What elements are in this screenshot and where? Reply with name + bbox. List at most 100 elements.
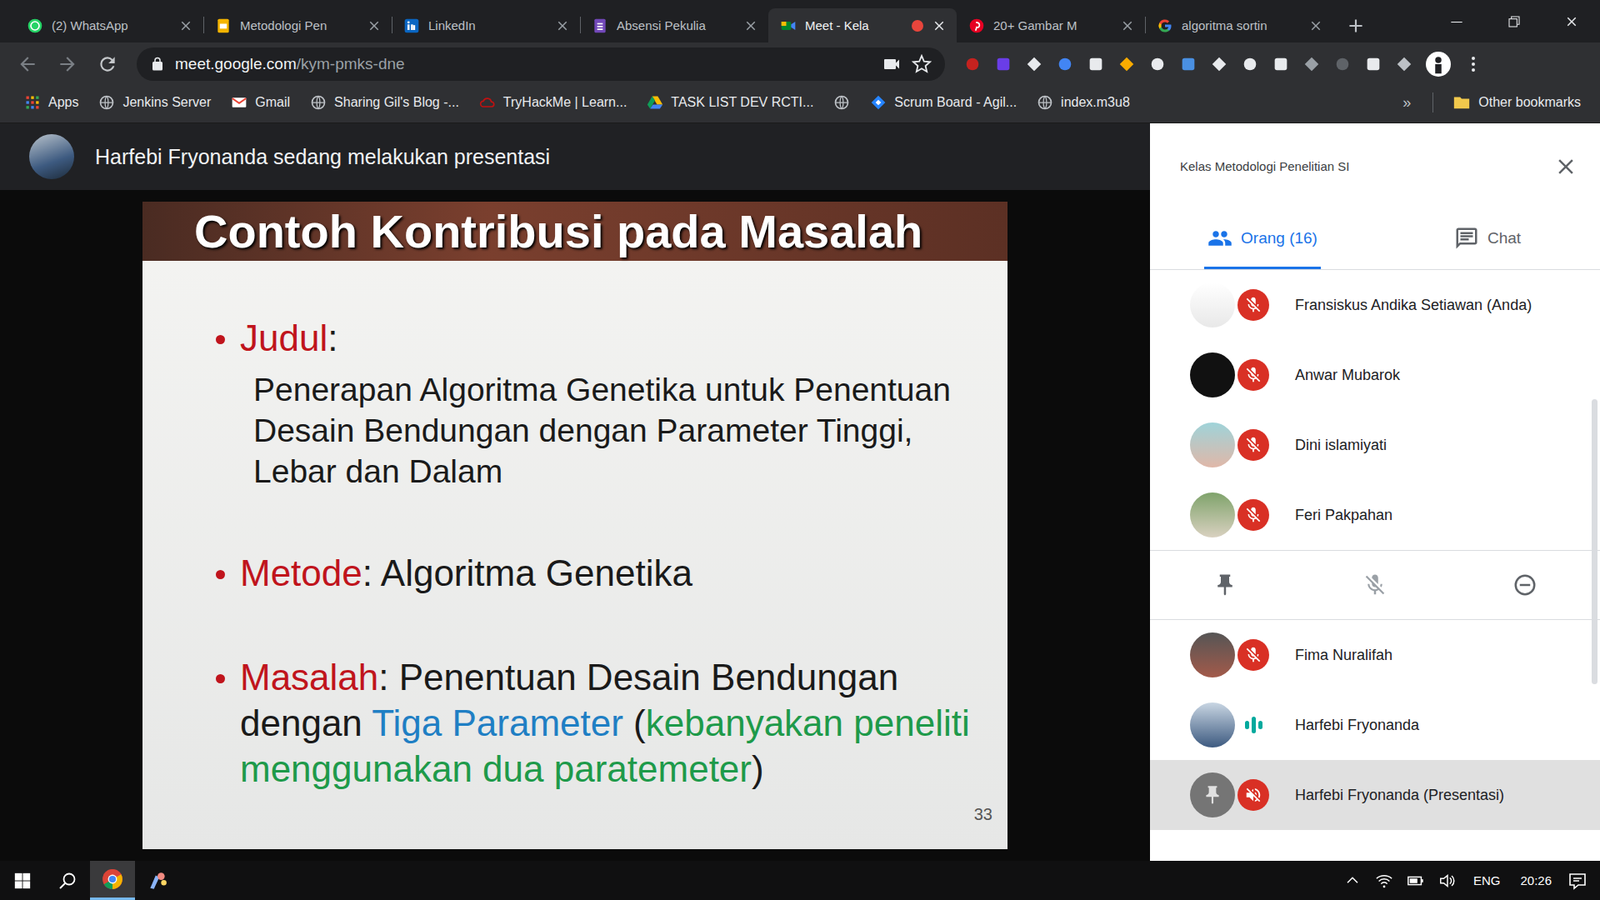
bookmark[interactable]: Scrum Board - Agil...: [862, 90, 1025, 115]
participant-avatar: [1190, 422, 1235, 468]
participant-row[interactable]: Feri Pakpahan: [1150, 480, 1600, 550]
address-bar[interactable]: meet.google.com/kym-pmks-dne: [136, 47, 945, 81]
minimize-icon[interactable]: [1427, 0, 1485, 43]
bookmark[interactable]: Jenkins Server: [90, 90, 219, 115]
close-tab-icon[interactable]: [1120, 18, 1135, 34]
windows-icon: [13, 871, 32, 890]
globe-icon: [98, 94, 115, 111]
bookmark-star-icon[interactable]: [911, 54, 932, 75]
extension-icon[interactable]: [1148, 55, 1167, 74]
bullet-dot: [215, 335, 225, 345]
menu-dots-icon[interactable]: [1463, 54, 1484, 75]
clock[interactable]: 20:26: [1511, 873, 1560, 888]
extension-icon[interactable]: [994, 55, 1013, 74]
muted-badge: [1237, 779, 1270, 811]
speaking-indicator: [1241, 715, 1265, 735]
forward-icon[interactable]: [51, 48, 84, 80]
chevron-up-icon[interactable]: [1338, 860, 1367, 900]
extension-icon[interactable]: [1117, 55, 1136, 74]
participant-row[interactable]: Anwar Mubarok: [1150, 340, 1600, 410]
extension-icon[interactable]: [1395, 55, 1414, 74]
bookmark[interactable]: TASK LIST DEV RCTI...: [639, 90, 821, 115]
input-language[interactable]: ENG: [1465, 873, 1510, 888]
start-button[interactable]: [0, 860, 45, 900]
participant-row[interactable]: Fima Nuralifah: [1150, 620, 1600, 690]
thm-icon: [479, 94, 496, 111]
apps-icon: [24, 94, 41, 111]
participant-avatar: [1190, 772, 1235, 818]
restore-icon[interactable]: [1485, 0, 1543, 43]
new-tab-icon[interactable]: [1345, 15, 1367, 37]
panel-tabs: Orang (16)Chat: [1150, 209, 1600, 270]
scrum-icon: [870, 94, 887, 111]
browser-tab[interactable]: LinkedIn: [391, 8, 580, 43]
pin-icon[interactable]: [1150, 550, 1300, 620]
lock-icon[interactable]: [150, 56, 165, 72]
profile-avatar-icon[interactable]: [1425, 51, 1451, 77]
close-window-icon[interactable]: [1542, 0, 1600, 43]
bookmark[interactable]: Apps: [16, 90, 86, 115]
extension-icon[interactable]: [1025, 55, 1044, 74]
bookmark[interactable]: index.m3u8: [1029, 90, 1138, 115]
volume-icon[interactable]: [1433, 860, 1462, 900]
meet-window: Harfebi Fryonanda sedang melakukan prese…: [0, 123, 1600, 861]
chrome-icon: [101, 868, 124, 890]
panel-tab[interactable]: Chat: [1375, 209, 1600, 270]
presenter-banner: Harfebi Fryonanda sedang melakukan prese…: [0, 123, 1150, 190]
browser-tab[interactable]: (2) WhatsApp: [15, 8, 204, 43]
extension-icon[interactable]: [1055, 55, 1075, 74]
close-panel-icon[interactable]: [1553, 154, 1579, 180]
participant-row[interactable]: Harfebi Fryonanda (Presentasi): [1150, 760, 1600, 830]
mute-icon[interactable]: [1300, 550, 1450, 620]
close-tab-icon[interactable]: [931, 18, 947, 34]
close-tab-icon[interactable]: [178, 18, 194, 34]
close-tab-icon[interactable]: [555, 18, 570, 34]
linkedin-icon: [403, 17, 420, 35]
back-icon[interactable]: [11, 48, 44, 80]
slide-bullet: Masalah: Penentuan Desain Bendungan deng…: [215, 654, 1008, 792]
taskbar-app[interactable]: [90, 860, 135, 900]
browser-tab[interactable]: Metodologi Pen: [203, 8, 392, 43]
pin-icon: [1201, 784, 1224, 806]
other-bookmarks[interactable]: Other bookmarks: [1445, 90, 1589, 115]
browser-tab[interactable]: 20+ Gambar M: [956, 8, 1145, 43]
camera-icon[interactable]: [881, 54, 902, 75]
bookmark[interactable]: [825, 90, 858, 115]
mic-off-icon: [1244, 505, 1263, 525]
participant-row[interactable]: Harfebi Fryonanda: [1150, 690, 1600, 760]
panel-tab[interactable]: Orang (16): [1150, 209, 1375, 270]
browser-tab[interactable]: algoritma sortin: [1145, 8, 1334, 43]
extension-icon[interactable]: [1179, 55, 1198, 74]
participant-row[interactable]: Dini islamiyati: [1150, 410, 1600, 480]
close-tab-icon[interactable]: [366, 18, 382, 34]
browser-tab[interactable]: Meet - Kela: [768, 8, 957, 43]
search-button[interactable]: [45, 860, 90, 900]
extensions: [963, 51, 1484, 77]
bookmarks-overflow[interactable]: »: [1392, 94, 1421, 112]
bookmark[interactable]: Sharing Gil's Blog -...: [302, 90, 467, 115]
participant-row[interactable]: Fransiskus Andika Setiawan (Anda): [1150, 270, 1600, 340]
reload-icon[interactable]: [91, 48, 124, 80]
extension-icon[interactable]: [1271, 55, 1290, 74]
extension-icon[interactable]: [1364, 55, 1383, 74]
extension-icon[interactable]: [963, 55, 982, 74]
notification-icon[interactable]: [1563, 860, 1592, 900]
close-tab-icon[interactable]: [1308, 18, 1324, 34]
wifi-icon[interactable]: [1370, 860, 1399, 900]
extension-icon[interactable]: [1086, 55, 1105, 74]
scrollbar[interactable]: [1591, 399, 1598, 685]
extension-icon[interactable]: [1210, 55, 1229, 74]
globe-icon: [310, 94, 327, 111]
bookmark[interactable]: Gmail: [223, 90, 298, 115]
bookmark[interactable]: TryHackMe | Learn...: [471, 90, 635, 115]
extension-icon[interactable]: [1333, 55, 1352, 74]
participant-avatar: [1190, 492, 1235, 538]
remove-icon[interactable]: [1450, 550, 1600, 620]
extension-icon[interactable]: [1240, 55, 1260, 74]
extension-icon[interactable]: [1302, 55, 1321, 74]
taskbar-app[interactable]: [135, 860, 180, 900]
browser-tab[interactable]: Absensi Pekulia: [580, 8, 769, 43]
muted-badge: [1237, 499, 1270, 531]
battery-icon[interactable]: [1401, 860, 1430, 900]
close-tab-icon[interactable]: [743, 18, 759, 34]
